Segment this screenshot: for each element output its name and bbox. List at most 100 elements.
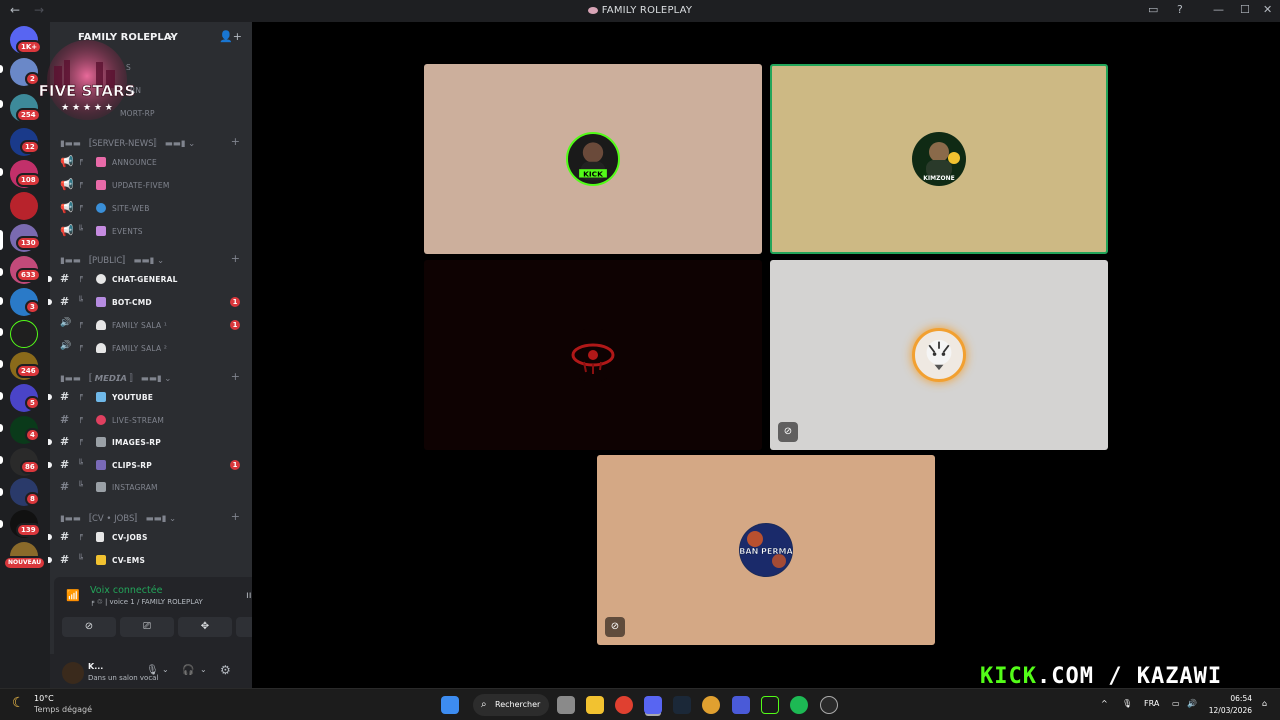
channel-youtube[interactable]: # ╒ YOUTUBE [48, 388, 252, 406]
screen-icon[interactable]: ▭ [1148, 3, 1158, 16]
language-indicator[interactable]: FRA [1144, 699, 1159, 708]
invite-people-icon[interactable]: 👤+ [219, 30, 242, 43]
unread-pill [0, 488, 3, 496]
chevron-down-icon[interactable]: ⌄ [168, 31, 176, 41]
headphones-icon[interactable]: 🎧 [182, 665, 194, 676]
camera-off-icon: ⊘ [778, 422, 798, 442]
taskbar-search[interactable]: ⌕ Rechercher [473, 694, 549, 716]
username[interactable]: K... [88, 662, 103, 671]
channel-live-stream[interactable]: # ╒ LIVE-STREAM [50, 411, 252, 429]
hash-icon: # [60, 480, 70, 493]
voice-status[interactable]: Voix connectée [90, 585, 162, 596]
channel-events[interactable]: 📢 ╚ EVENTS [50, 222, 252, 240]
clock-time[interactable]: 06:54 [1216, 694, 1252, 703]
kick-app-icon[interactable] [761, 696, 779, 714]
channel-row[interactable]: S [50, 58, 252, 76]
channel-images-rp[interactable]: # ╒ IMAGES-RP [48, 433, 252, 451]
tv-icon [96, 392, 106, 402]
channel-cv-jobs[interactable]: # ╒ CV-JOBS [48, 528, 252, 546]
file-explorer-icon[interactable] [586, 696, 604, 714]
weather-temperature[interactable]: 10°C [34, 694, 54, 703]
help-icon[interactable]: ? [1177, 3, 1183, 16]
participant-tile-banperma[interactable]: BAN PERMA ⊘ [597, 455, 935, 645]
create-channel-icon[interactable]: + [231, 510, 240, 523]
chrome-icon[interactable] [702, 696, 720, 714]
channel-family-sala-1[interactable]: 🔊 ╒ FAMILY SALA ¹ 1 [50, 316, 252, 334]
clock-date[interactable]: 12/03/2026 [1206, 706, 1252, 715]
channel-name: FAMILY SALA ² [112, 344, 168, 353]
mention-badge: 3 [25, 300, 40, 314]
voice-channel-path[interactable]: ╒ ♲ | voice 1 / FAMILY ROLEPLAY [90, 598, 203, 606]
windows-start-icon[interactable] [441, 696, 459, 714]
steam-icon[interactable] [673, 696, 691, 714]
channel-instagram[interactable]: # ╚ INSTAGRAM [50, 478, 252, 496]
category-media[interactable]: ▮▬▬ 〚 𝙈𝙀𝘿𝙄𝘼 〛 ▬▬▮ ⌄ + [50, 370, 252, 385]
participant-tile-kimzone[interactable]: KIMZONE [770, 64, 1108, 254]
title-bar: ← → FAMILY ROLEPLAY ▭ ? — ☐ ✕ [0, 0, 1280, 22]
microphone-icon[interactable]: 🎙 [146, 665, 159, 676]
chevron-down-icon[interactable]: ⌄ [200, 665, 207, 674]
category-server-news[interactable]: ▮▬▬ 〚SERVER-NEWS〛 ▬▬▮ ⌄ + [50, 135, 252, 150]
microphone-icon[interactable]: 🎙 [1122, 699, 1132, 708]
channel-site-web[interactable]: 📢 ╒ SITE-WEB [50, 199, 252, 217]
create-channel-icon[interactable]: + [231, 370, 240, 383]
channel-clips-rp[interactable]: # ╚ CLIPS-RP 1 [48, 456, 252, 474]
participant-tile-kick[interactable]: KICK [424, 64, 762, 254]
activities-button[interactable]: ✥ [178, 617, 232, 637]
tree-glyph: ╚ [78, 459, 83, 468]
notification-icon[interactable]: ⌂ [1262, 699, 1267, 708]
voice-stage: KICK KIMZONE ⊘ BAN PERMA ⊘ [252, 22, 1280, 688]
gear-icon[interactable]: ⚙ [220, 663, 231, 677]
channel-chat-general[interactable]: # ╒ CHAT-GENERAL [48, 270, 252, 288]
speaker-icon: 🔊 [60, 318, 72, 328]
task-view-icon[interactable] [557, 696, 575, 714]
chevron-up-icon[interactable]: ^ [1101, 699, 1108, 708]
weather-description[interactable]: Temps dégagé [34, 705, 92, 714]
unread-pill [48, 276, 52, 282]
avatar-label: KICK [583, 170, 603, 179]
spotify-icon[interactable] [790, 696, 808, 714]
chevron-down-icon[interactable]: ⌄ [162, 665, 169, 674]
channel-update-fivem[interactable]: 📢 ╒ UPDATE-FIVEM [50, 176, 252, 194]
server-icon-kick[interactable] [10, 320, 38, 348]
channel-name: YOUTUBE [112, 393, 154, 402]
volume-icon[interactable]: 🔊 [1187, 699, 1197, 708]
tree-glyph: ╚ [78, 225, 83, 234]
create-channel-icon[interactable]: + [231, 252, 240, 265]
channel-announce[interactable]: 📢 ╒ ANNOUNCE [50, 153, 252, 171]
screen-share-button[interactable]: ⎚ [120, 617, 174, 637]
category-label: ▮▬▬ 〚PUBLIC〛 ▬▬▮ ⌄ [60, 256, 165, 266]
tree-glyph: ╚ [78, 481, 83, 490]
unread-pill [0, 65, 3, 73]
hash-icon: # [60, 530, 70, 543]
channel-row[interactable]: MORT-RP [50, 104, 252, 122]
channel-cv-ems[interactable]: # ╚ CV-EMS [48, 551, 252, 569]
mention-badge: 5 [25, 396, 40, 410]
new-badge: NOUVEAU [3, 556, 47, 570]
moon-icon[interactable]: ☾ [12, 695, 25, 711]
maximize-icon[interactable]: ☐ [1240, 3, 1250, 16]
server-icon[interactable] [10, 192, 38, 220]
minimize-icon[interactable]: — [1213, 3, 1224, 16]
connection-signal-icon[interactable]: 📶 [66, 589, 80, 602]
create-channel-icon[interactable]: + [231, 135, 240, 148]
app-icon[interactable] [732, 696, 750, 714]
category-cv-jobs[interactable]: ▮▬▬ 〚CV • JOBS〛 ▬▬▮ ⌄ + [50, 510, 252, 525]
network-icon[interactable]: ▭ [1172, 699, 1180, 708]
close-icon[interactable]: ✕ [1263, 3, 1272, 16]
channel-bot-cmd[interactable]: # ╚ BOT-CMD 1 [48, 293, 252, 311]
avatar[interactable] [62, 662, 84, 684]
obs-icon[interactable] [820, 696, 838, 714]
participant-tile-tiger[interactable]: ⊘ [770, 260, 1108, 450]
channel-family-sala-2[interactable]: 🔊 ╒ FAMILY SALA ² [50, 339, 252, 357]
camera-off-button[interactable]: ⊘ [62, 617, 116, 637]
chrome-icon[interactable] [615, 696, 633, 714]
category-public[interactable]: ▮▬▬ 〚PUBLIC〛 ▬▬▮ ⌄ + [50, 252, 252, 267]
participant-tile-eye[interactable] [424, 260, 762, 450]
channel-row[interactable]: RN [50, 81, 252, 99]
channel-name: SITE-WEB [112, 204, 150, 213]
unread-pill [0, 328, 3, 336]
windows-taskbar: ☾ 10°C Temps dégagé ⌕ Rechercher ^ 🎙 FRA … [0, 688, 1280, 720]
unread-pill [0, 392, 3, 400]
discord-icon[interactable] [644, 696, 662, 714]
